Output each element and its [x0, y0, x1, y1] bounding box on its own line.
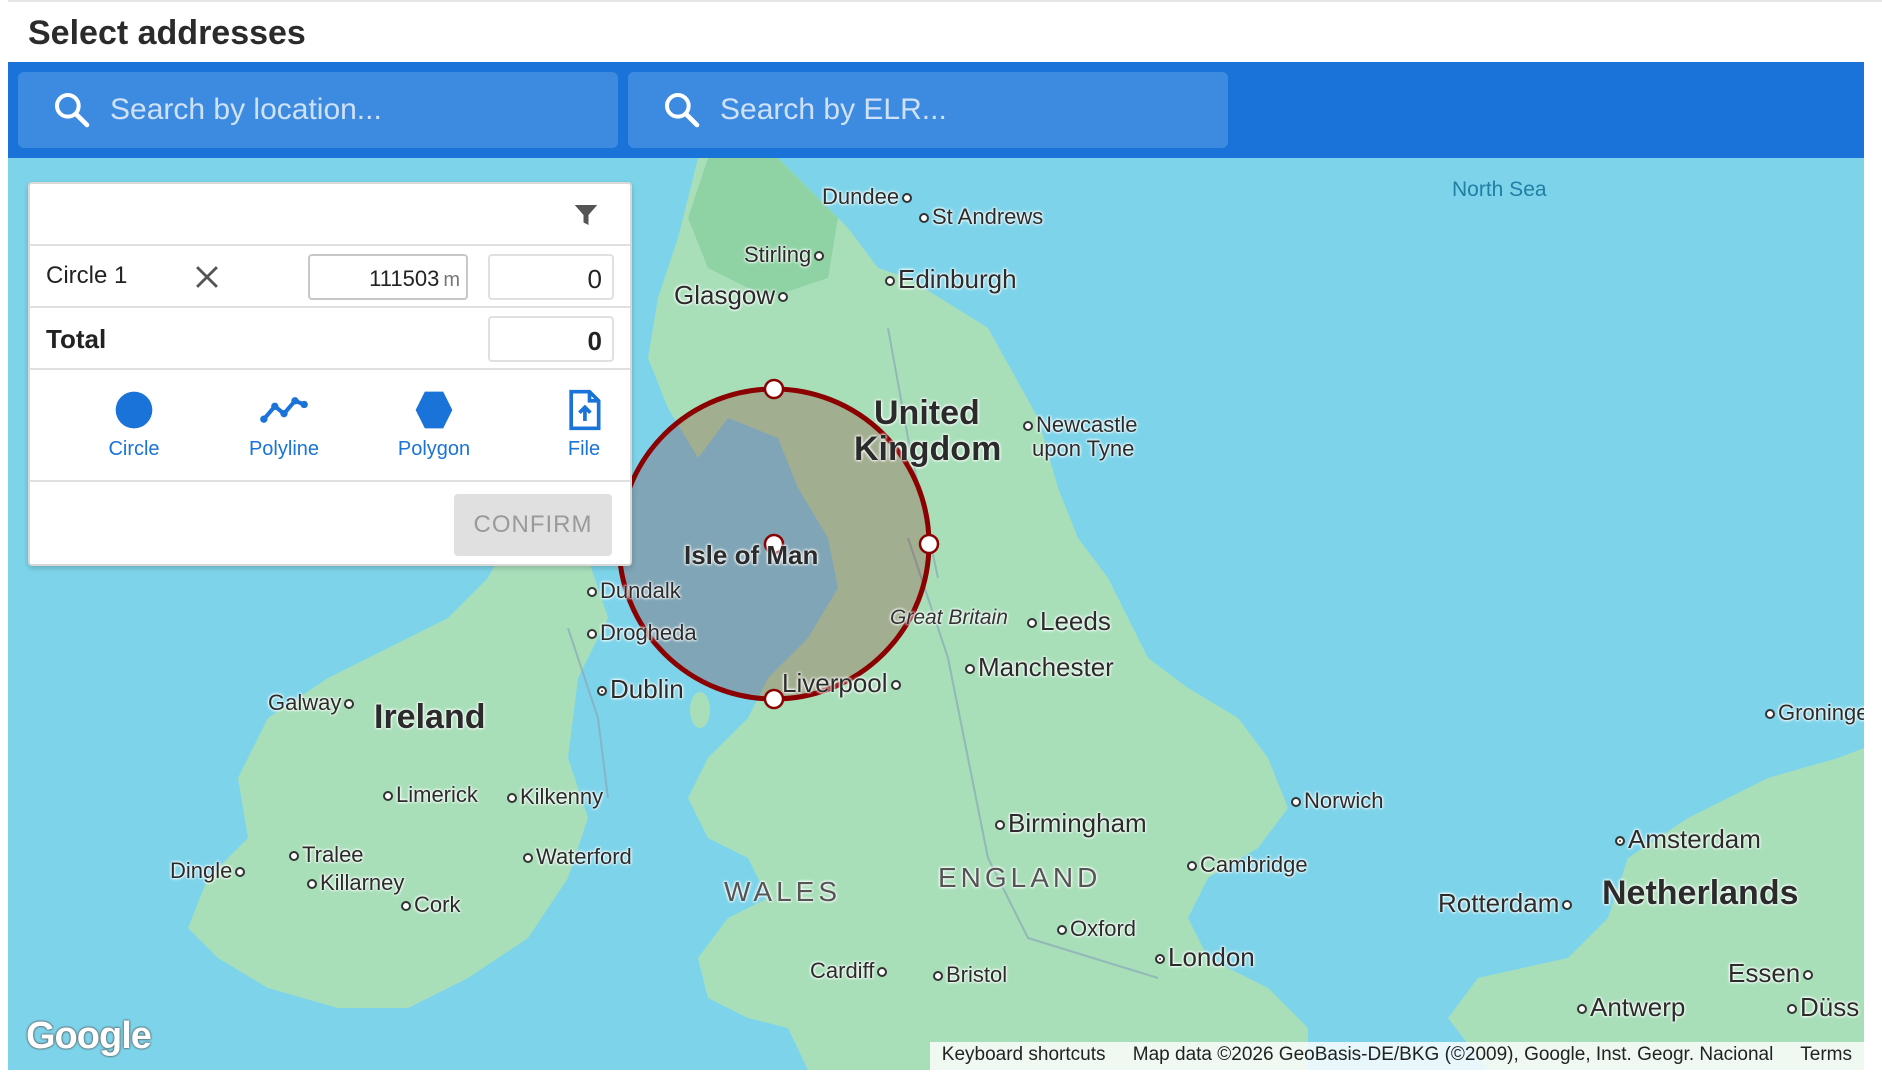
map-label-ireland: Ireland [374, 698, 486, 736]
map-data-text: Map data ©2026 GeoBasis-DE/BKG (©2009), … [1132, 1044, 1774, 1065]
location-search-input[interactable] [110, 72, 600, 148]
map-label-st-andrews: St Andrews [916, 204, 1043, 230]
map-label-amsterdam: Amsterdam [1612, 824, 1761, 855]
map-label-cambridge: Cambridge [1184, 852, 1308, 878]
radius-unit: m [443, 269, 460, 291]
map-label-antwerp: Antwerp [1574, 992, 1685, 1023]
map-label-waterford: Waterford [520, 844, 632, 870]
map-label-groningen: Groninge [1762, 700, 1864, 726]
map-label-cork: Cork [398, 892, 460, 918]
map-attribution: Keyboard shortcuts Map data ©2026 GeoBas… [929, 1042, 1864, 1070]
radius-input[interactable]: 111503 m [308, 254, 468, 300]
google-logo: Google [26, 1015, 152, 1057]
polyline-tool-button[interactable]: Polyline [224, 388, 344, 461]
search-icon [54, 93, 90, 128]
map-label-galway: Galway [268, 690, 357, 716]
map-label-north-sea: North Sea [1452, 178, 1547, 201]
map-label-netherlands: Netherlands [1602, 874, 1799, 912]
radius-value: 111503 [369, 266, 440, 291]
search-bar [8, 62, 1864, 158]
map-label-dundalk: Dundalk [584, 578, 681, 604]
title-bar: Select addresses [8, 0, 1882, 62]
map-label-drogheda: Drogheda [584, 620, 697, 646]
circle-handle-bottom [763, 688, 785, 710]
isle-of-man [690, 692, 710, 728]
polygon-tool-button[interactable]: Polygon [374, 388, 494, 461]
total-row: Total 0 [30, 308, 630, 370]
filter-row [30, 184, 630, 246]
close-icon[interactable] [190, 260, 224, 294]
map-label-london: London [1152, 942, 1255, 973]
circle-name: Circle 1 [46, 262, 128, 289]
map-label-edinburgh: Edinburgh [882, 264, 1017, 295]
polyline-tool-label: Polyline [248, 438, 320, 460]
map-label-manchester: Manchester [962, 652, 1114, 683]
circle-icon [115, 391, 153, 429]
map-label-isle-of-man: Isle of Man [684, 540, 819, 570]
map-label-birmingham: Birmingham [992, 808, 1147, 839]
map-label-great-britain: Great Britain [890, 606, 1008, 629]
map-label-essen: Essen [1728, 958, 1816, 989]
map-label-upon-tyne: upon Tyne [1032, 436, 1135, 461]
map-label-cardiff: Cardiff [810, 958, 890, 984]
map-label-wales: WALES [724, 876, 841, 907]
map-label-dundee: Dundee [822, 184, 915, 210]
polyline-icon [260, 397, 308, 423]
map-label-glasgow: Glasgow [674, 280, 791, 311]
circle-row: Circle 1 111503 m 0 [30, 246, 630, 308]
file-tool-button[interactable]: File [524, 388, 644, 461]
map-label-kingdom: Kingdom [854, 430, 1002, 468]
map-label-limerick: Limerick [380, 782, 478, 808]
file-upload-icon [569, 389, 601, 431]
elr-search-input[interactable] [720, 72, 1210, 148]
map-label-norwich: Norwich [1288, 788, 1383, 814]
circle-count: 0 [488, 254, 614, 300]
map-label-stirling: Stirling [744, 242, 827, 268]
map-label-oxford: Oxford [1054, 916, 1136, 942]
map-label-kilkenny: Kilkenny [504, 784, 603, 810]
map-label-killarney: Killarney [304, 870, 404, 896]
terms-link[interactable]: Terms [1800, 1044, 1852, 1065]
map-label-dingle: Dingle [170, 858, 248, 884]
map-label-tralee: Tralee [286, 842, 364, 868]
polygon-icon [415, 391, 453, 429]
map-label-dublin: Dublin [594, 674, 684, 705]
keyboard-shortcuts-link[interactable]: Keyboard shortcuts [942, 1044, 1106, 1065]
map-label-leeds: Leeds [1024, 606, 1111, 637]
confirm-button[interactable]: CONFIRM [454, 494, 612, 556]
map-label-england: ENGLAND [938, 862, 1102, 893]
total-count: 0 [488, 316, 614, 362]
location-search-box[interactable] [18, 72, 618, 148]
map-label-newcastle: Newcastle [1020, 412, 1137, 438]
map-label-bristol: Bristol [930, 962, 1007, 988]
drawing-tools-row: Circle Polyline Polygon File [30, 370, 630, 482]
polygon-tool-label: Polygon [397, 438, 471, 460]
circle-tool-label: Circle [108, 438, 160, 460]
map-label-rotterdam: Rotterdam [1438, 888, 1575, 919]
circle-handle-right [918, 533, 940, 555]
map-label-liverpool: Liverpool [782, 668, 904, 699]
ireland-landmass [188, 538, 608, 1008]
search-icon [665, 93, 700, 128]
selection-panel: Circle 1 111503 m 0 Total 0 Circle Polyli… [28, 182, 632, 566]
circle-handle-top [763, 378, 785, 400]
page-title: Select addresses [28, 14, 306, 52]
circle-tool-button[interactable]: Circle [74, 388, 194, 461]
map-label-dusseldorf: Düss [1784, 992, 1859, 1023]
file-tool-label: File [567, 438, 601, 460]
map-label-united: United [874, 394, 980, 432]
total-label: Total [46, 324, 107, 354]
elr-search-box[interactable] [628, 72, 1228, 148]
filter-icon[interactable] [570, 200, 602, 230]
